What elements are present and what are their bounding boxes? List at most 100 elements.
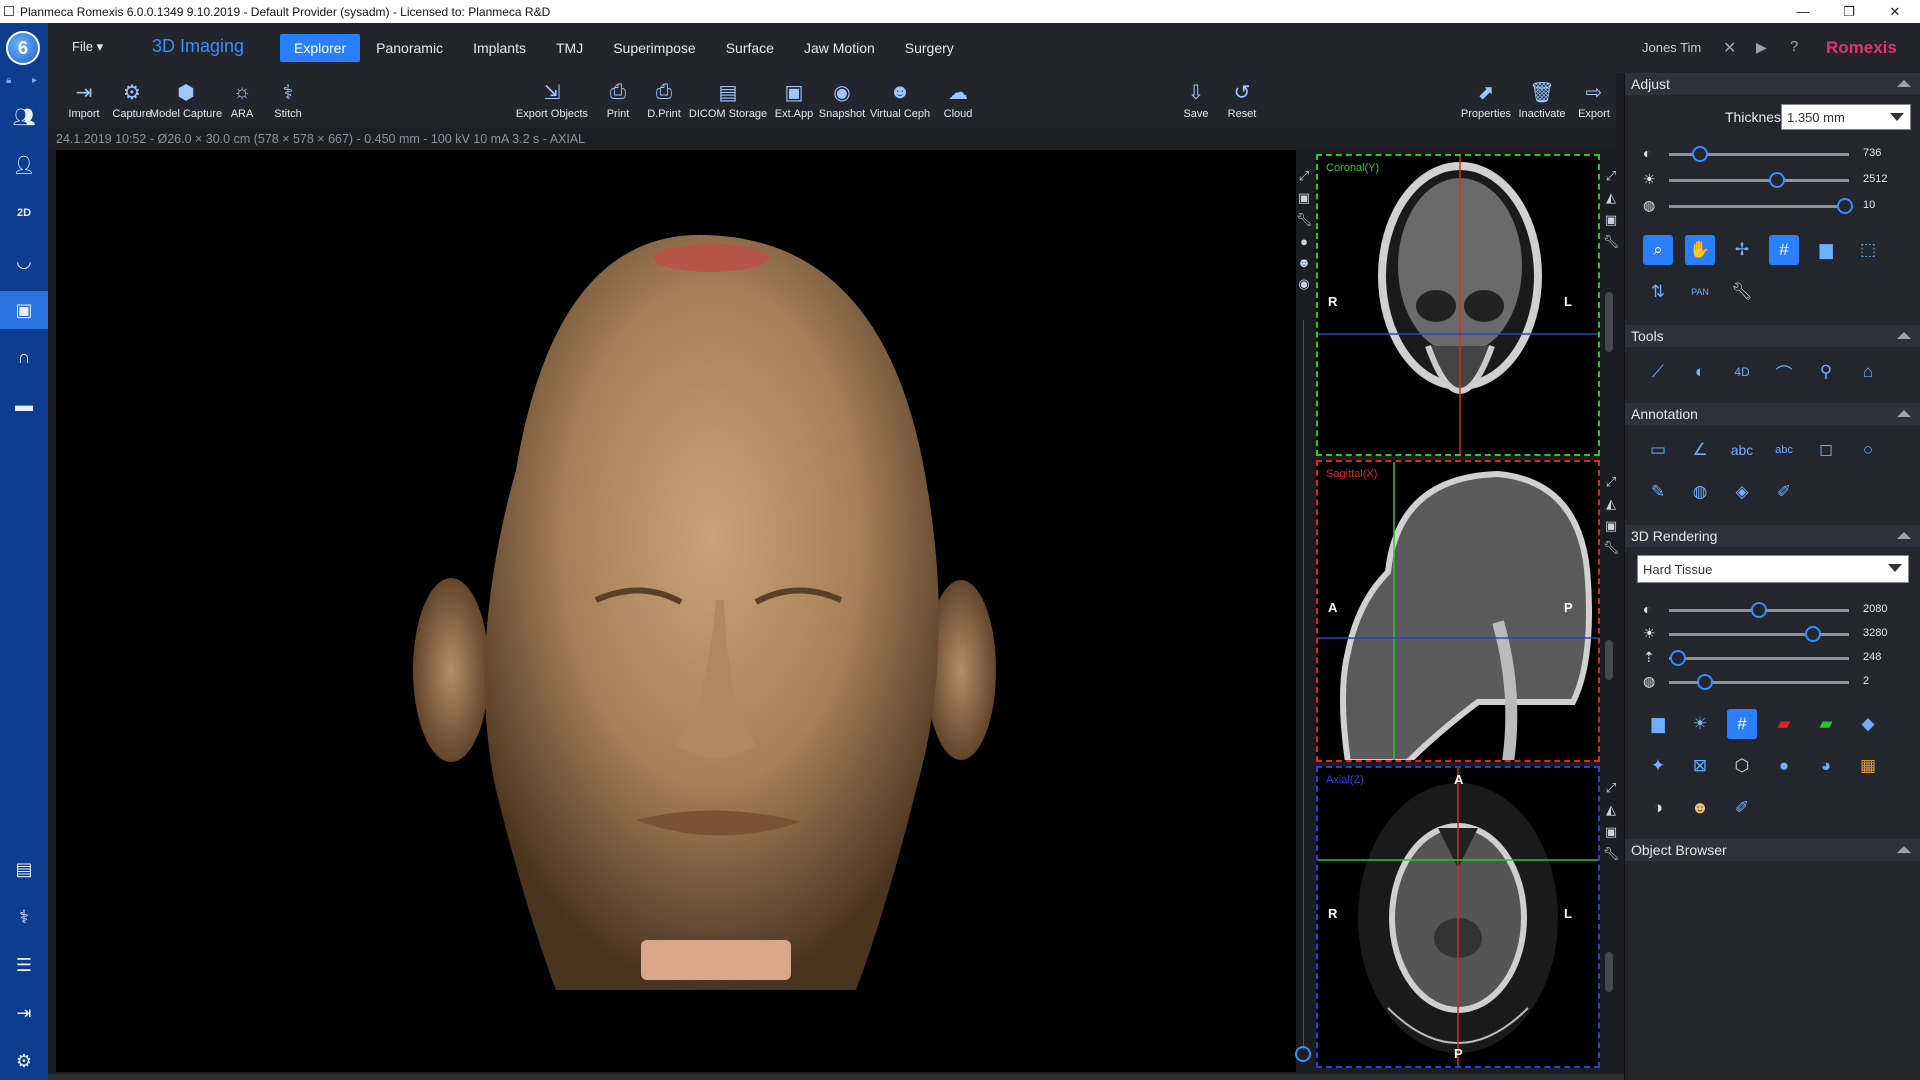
logout-icon[interactable]: ⇥ [8, 997, 40, 1029]
tab-jaw-motion[interactable]: Jaw Motion [790, 34, 889, 62]
flip-icon[interactable]: ◭ [1606, 190, 1616, 206]
collapse-icon[interactable] [1897, 846, 1911, 853]
rendering-slider[interactable] [1669, 602, 1849, 618]
cube-icon[interactable]: ⬡ [1727, 751, 1757, 781]
close-button[interactable]: ✕ [1872, 0, 1918, 23]
maximize-button[interactable]: ❐ [1826, 0, 1872, 23]
image-filter-icon[interactable]: ▆ [1811, 235, 1841, 265]
rendering-slider[interactable] [1669, 674, 1849, 690]
region-select-icon[interactable]: ⬚ [1853, 235, 1883, 265]
half-head-icon[interactable]: ◑ [1643, 793, 1673, 823]
wrench-icon[interactable]: 🔧︎ [1603, 540, 1620, 556]
tab-panoramic[interactable]: Panoramic [362, 34, 457, 62]
slider-knob[interactable] [1751, 602, 1767, 618]
flip-icon[interactable]: ◭ [1606, 496, 1616, 512]
rotate-axis-icon[interactable]: ✢ [1727, 235, 1757, 265]
wrench-icon[interactable]: 🔧︎ [1296, 212, 1313, 228]
slider-knob[interactable] [1691, 146, 1708, 162]
eraser-icon[interactable]: ◈ [1727, 477, 1757, 507]
slider-knob[interactable] [1670, 650, 1686, 666]
object-browser-section-header[interactable]: Object Browser [1625, 839, 1920, 861]
maximize-view-icon[interactable]: ⤢ [1299, 168, 1309, 184]
head-soft-icon[interactable]: ● [1300, 234, 1308, 249]
implant-icon[interactable]: ⚲ [1811, 357, 1841, 387]
axial-view[interactable]: Axial(Z) A P R L [1316, 766, 1600, 1068]
patient-icon[interactable]: 👤︎ [8, 149, 40, 181]
3d-view-scroll-knob[interactable] [1295, 1046, 1311, 1062]
collapse-icon[interactable] [1897, 332, 1911, 339]
sagittal-plane-icon[interactable]: ▰ [1769, 709, 1799, 739]
collapse-icon[interactable] [1897, 532, 1911, 539]
tooth-curve-icon[interactable]: ⌒ [1769, 357, 1799, 387]
wrench-icon[interactable]: 🔧︎ [1603, 846, 1620, 862]
adjust-slider[interactable] [1669, 198, 1854, 214]
3d-rendering-section-header[interactable]: 3D Rendering [1625, 525, 1920, 547]
cad-cam-icon[interactable]: ∩ [8, 341, 40, 373]
gallery-icon[interactable]: ▤ [8, 853, 40, 885]
collapse-icon[interactable] [1897, 80, 1911, 87]
axial-scrollbar[interactable] [1605, 952, 1613, 992]
pan-curve-icon[interactable]: PAN [1685, 277, 1715, 307]
camera-icon[interactable]: ▣ [1605, 824, 1617, 840]
tab-surface[interactable]: Surface [712, 34, 788, 62]
minimize-button[interactable]: — [1780, 0, 1826, 23]
tab-implants[interactable]: Implants [459, 34, 540, 62]
ellipse-draw-icon[interactable]: ○ [1853, 435, 1883, 465]
skull-icon[interactable]: ☻ [1297, 255, 1311, 270]
nerve-canal-icon[interactable]: ⟋ [1643, 357, 1673, 387]
tab-tmj[interactable]: TMJ [542, 34, 597, 62]
tab-superimpose[interactable]: Superimpose [599, 34, 710, 62]
annotation-section-header[interactable]: Annotation [1625, 403, 1920, 425]
coronal-scrollbar[interactable] [1605, 292, 1613, 352]
lock-icon[interactable]: 🔒︎ [6, 75, 11, 86]
skull-icon[interactable]: ☻ [1685, 793, 1715, 823]
pan-tool-icon[interactable]: ✋ [1685, 235, 1715, 265]
expand-arrow-icon[interactable]: ▸ [32, 75, 37, 86]
camera-icon[interactable]: ▣ [1605, 518, 1617, 534]
4d-icon[interactable]: 4D [1727, 357, 1757, 387]
head-bone-icon[interactable]: ◉ [1298, 276, 1309, 292]
maximize-view-icon[interactable]: ⤢ [1606, 780, 1616, 796]
all-planes-icon[interactable]: ✦ [1643, 751, 1673, 781]
crosshair-grid-icon[interactable]: # [1769, 235, 1799, 265]
users-admin-icon[interactable]: ⚙ [8, 1045, 40, 1077]
file-menu[interactable]: File ▾ [72, 39, 103, 55]
slider-knob[interactable] [1837, 198, 1854, 214]
stitch-button[interactable]: ⚕ Stitch [248, 73, 328, 128]
maximize-view-icon[interactable]: ⤢ [1606, 168, 1616, 184]
slider-knob[interactable] [1769, 172, 1785, 188]
text-annotation-icon[interactable]: abc [1727, 435, 1757, 465]
landscape-icon[interactable]: ▆ [1643, 709, 1673, 739]
dental-unit-icon[interactable]: ⚕ [8, 901, 40, 933]
sphere-measure-icon[interactable]: ◍ [1685, 477, 1715, 507]
camera-icon[interactable]: ▣ [1605, 212, 1617, 228]
clip-box-icon[interactable]: ⊠ [1685, 751, 1715, 781]
soft-tissue-head-icon[interactable]: ● [1769, 751, 1799, 781]
thickness-select[interactable]: 1.350 mm [1781, 104, 1911, 130]
ruler-icon[interactable]: ▭ [1643, 435, 1673, 465]
sagittal-scrollbar[interactable] [1605, 640, 1613, 680]
romexis-logo-icon[interactable]: 6 [6, 31, 40, 65]
wrench-icon[interactable]: 🔧︎ [1727, 277, 1757, 307]
rendering-slider[interactable] [1669, 650, 1849, 666]
3d-view-scrollbar[interactable] [1303, 320, 1304, 1050]
adjust-slider[interactable] [1669, 146, 1849, 162]
intraoral-icon[interactable]: ◡ [8, 245, 40, 277]
video-icon[interactable]: ▶ [1756, 39, 1767, 56]
lighting-icon[interactable]: ☀ [1685, 709, 1715, 739]
brush-icon[interactable]: ✎ [1643, 477, 1673, 507]
model-icon[interactable]: ▬ [8, 389, 40, 421]
adjust-slider[interactable] [1669, 172, 1849, 188]
text-box-icon[interactable]: abc [1769, 435, 1799, 465]
export-button[interactable]: ⇨ Export [1554, 73, 1634, 128]
reset-button[interactable]: ↺ Reset [1202, 73, 1282, 128]
sculpt-eraser-icon[interactable]: ✐ [1727, 793, 1757, 823]
color-map-icon[interactable]: ▦ [1853, 751, 1883, 781]
2d-imaging-icon[interactable]: 2D [8, 197, 40, 229]
close-patient-icon[interactable]: ✕ [1723, 38, 1736, 58]
collapse-icon[interactable] [1897, 410, 1911, 417]
crosshair-grid-icon[interactable]: # [1727, 709, 1757, 739]
layer-brush-icon[interactable]: ✐ [1769, 477, 1799, 507]
airway-icon[interactable]: ◐ [1685, 357, 1715, 387]
patients-icon[interactable]: 👥︎ [8, 101, 40, 133]
